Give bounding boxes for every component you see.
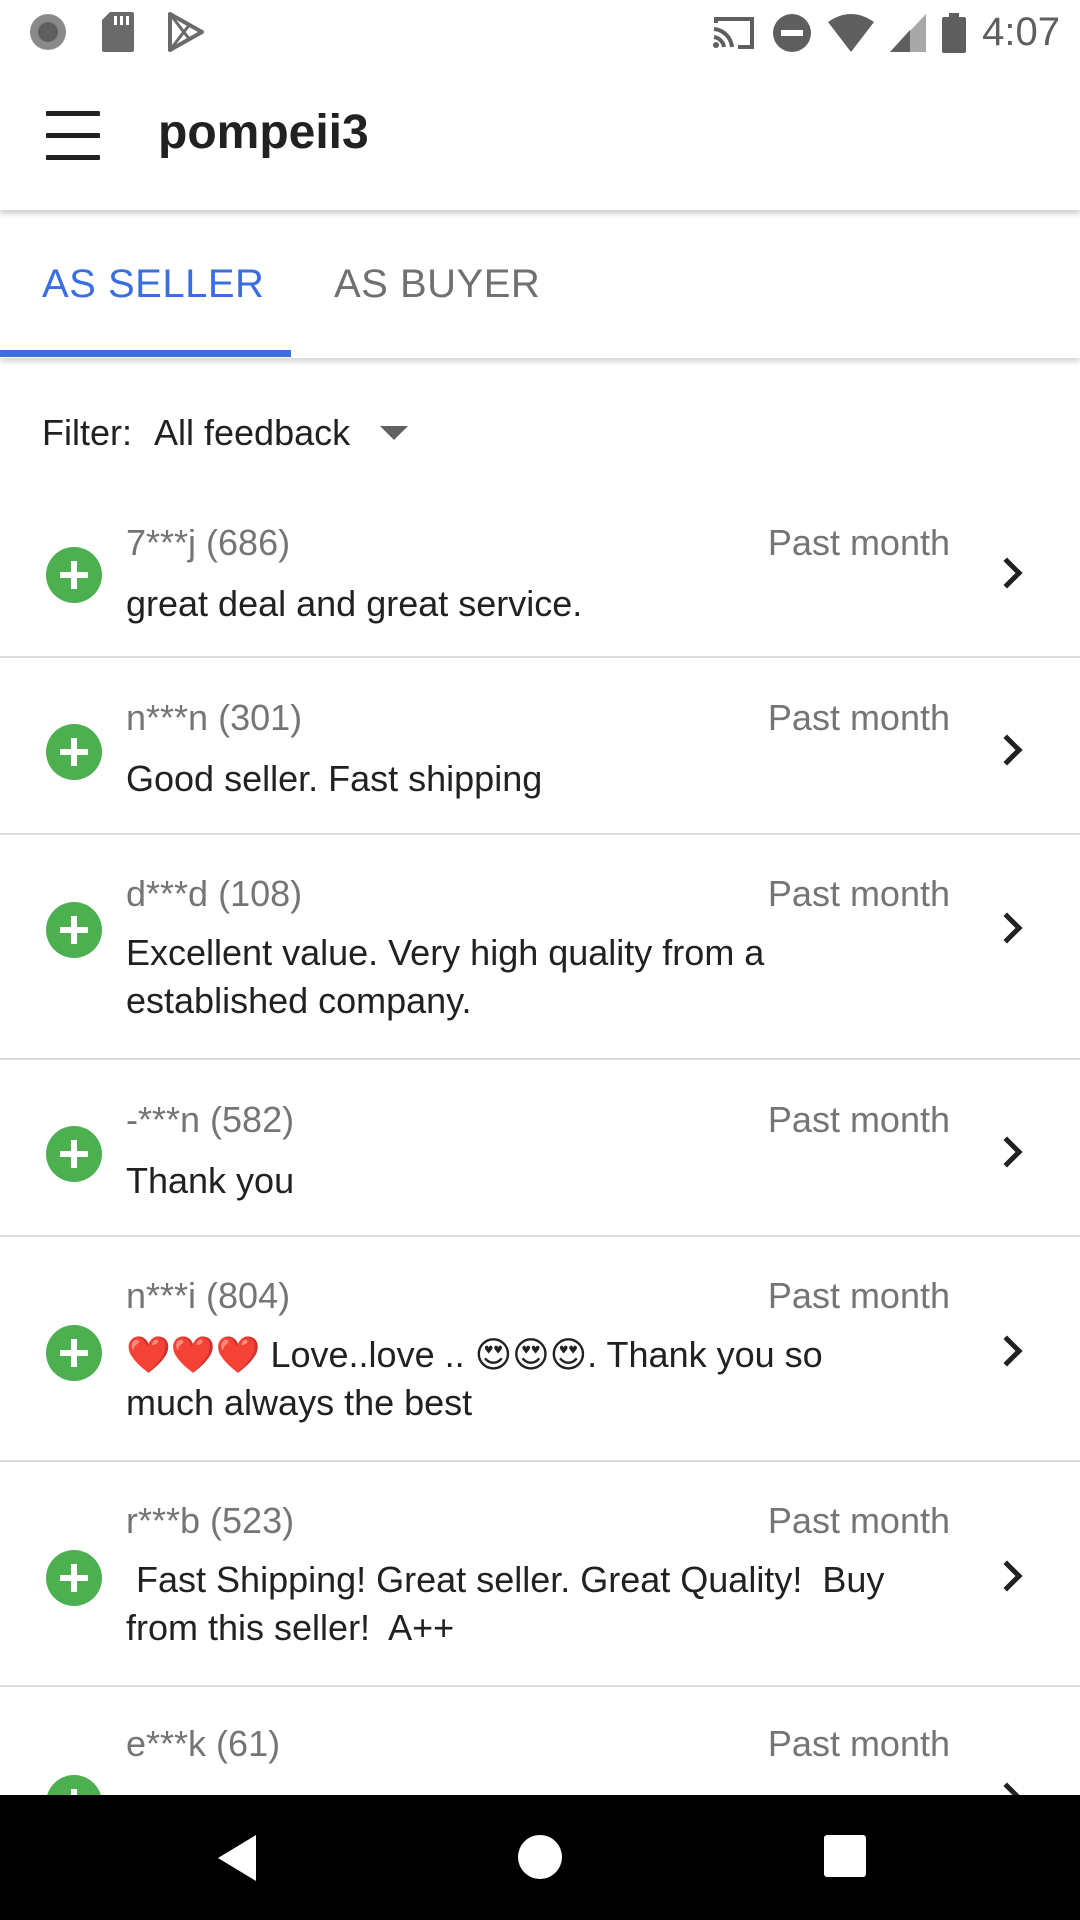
positive-feedback-icon [46, 1550, 102, 1606]
clock: 4:07 [982, 10, 1060, 54]
chevron-right-icon[interactable] [991, 1782, 1023, 1795]
feedback-user: -***n (582) [126, 1099, 295, 1140]
positive-feedback-icon [46, 902, 102, 958]
active-tab-indicator [0, 350, 291, 357]
hamburger-menu-icon[interactable] [46, 111, 100, 163]
feedback-list: 7***j (686) Past month great deal and gr… [0, 495, 1080, 1795]
feedback-item[interactable]: -***n (582) Past month Thank you [0, 1060, 1080, 1237]
positive-feedback-icon [46, 1325, 102, 1381]
feedback-comment: Excellent value. Very high quality from … [126, 932, 765, 1021]
feedback-time: Past month [767, 697, 950, 738]
feedback-user: e***k (61) [126, 1723, 281, 1764]
home-icon[interactable] [518, 1835, 562, 1879]
back-icon[interactable] [218, 1835, 256, 1881]
positive-feedback-icon [46, 547, 102, 603]
feedback-time: Past month [767, 1275, 950, 1316]
signal-icon [890, 13, 927, 52]
feedback-comment: ❤️❤️❤️ Love..love .. 😍😍😍. Thank you so m… [126, 1334, 823, 1423]
status-bar: 4:07 [0, 0, 1080, 63]
chevron-right-icon[interactable] [991, 1136, 1023, 1168]
cast-icon [713, 16, 755, 49]
feedback-user: n***n (301) [126, 697, 303, 738]
battery-icon [942, 12, 967, 53]
feedback-comment: Good seller. Fast shipping [126, 758, 543, 799]
feedback-item[interactable]: n***n (301) Past month Good seller. Fast… [0, 658, 1080, 835]
feedback-time: Past month [767, 1099, 950, 1140]
do-not-disturb-icon [773, 13, 812, 52]
chevron-right-icon[interactable] [991, 1335, 1023, 1367]
feedback-user: r***b (523) [126, 1500, 295, 1541]
app-bar: pompeii3 [0, 63, 1080, 210]
chevron-right-icon[interactable] [991, 1560, 1023, 1592]
positive-feedback-icon [46, 724, 102, 780]
wifi-icon [828, 13, 875, 52]
feedback-time: Past month [767, 522, 950, 563]
positive-feedback-icon [46, 1126, 102, 1182]
feedback-user: n***i (804) [126, 1275, 291, 1316]
feedback-time: Past month [767, 873, 950, 914]
dropdown-arrow-icon[interactable] [380, 426, 409, 440]
tab-as-seller[interactable]: AS SELLER [42, 262, 264, 307]
feedback-comment: Thank you [126, 1160, 295, 1201]
positive-feedback-icon [46, 1775, 102, 1795]
feedback-time: Past month [767, 1723, 950, 1764]
feedback-filter[interactable]: Filter: All feedback [42, 412, 409, 454]
feedback-user: 7***j (686) [126, 522, 291, 563]
filter-value[interactable]: All feedback [154, 412, 350, 454]
feedback-item[interactable]: 7***j (686) Past month great deal and gr… [0, 495, 1080, 658]
chevron-right-icon[interactable] [991, 557, 1023, 589]
chevron-right-icon[interactable] [991, 734, 1023, 766]
tab-as-buyer[interactable]: AS BUYER [334, 262, 540, 307]
feedback-item[interactable]: e***k (61) Past month [0, 1687, 1080, 1795]
feedback-time: Past month [767, 1500, 950, 1541]
recent-apps-icon[interactable] [824, 1835, 866, 1877]
play-store-icon [168, 12, 204, 52]
chevron-right-icon[interactable] [991, 912, 1023, 944]
system-nav-bar [0, 1795, 1080, 1920]
record-icon [30, 14, 66, 50]
feedback-item[interactable]: d***d (108) Past month Excellent value. … [0, 835, 1080, 1060]
feedback-item[interactable]: n***i (804) Past month ❤️❤️❤️ Love..love… [0, 1237, 1080, 1462]
feedback-item[interactable]: r***b (523) Past month Fast Shipping! Gr… [0, 1462, 1080, 1687]
page-title: pompeii3 [158, 106, 369, 159]
filter-label: Filter: [42, 412, 132, 453]
sd-card-icon [102, 12, 134, 52]
feedback-comment: great deal and great service. [126, 583, 583, 624]
tab-bar: AS SELLER AS BUYER [0, 210, 1080, 358]
feedback-user: d***d (108) [126, 873, 303, 914]
feedback-comment: Fast Shipping! Great seller. Great Quali… [126, 1559, 895, 1648]
